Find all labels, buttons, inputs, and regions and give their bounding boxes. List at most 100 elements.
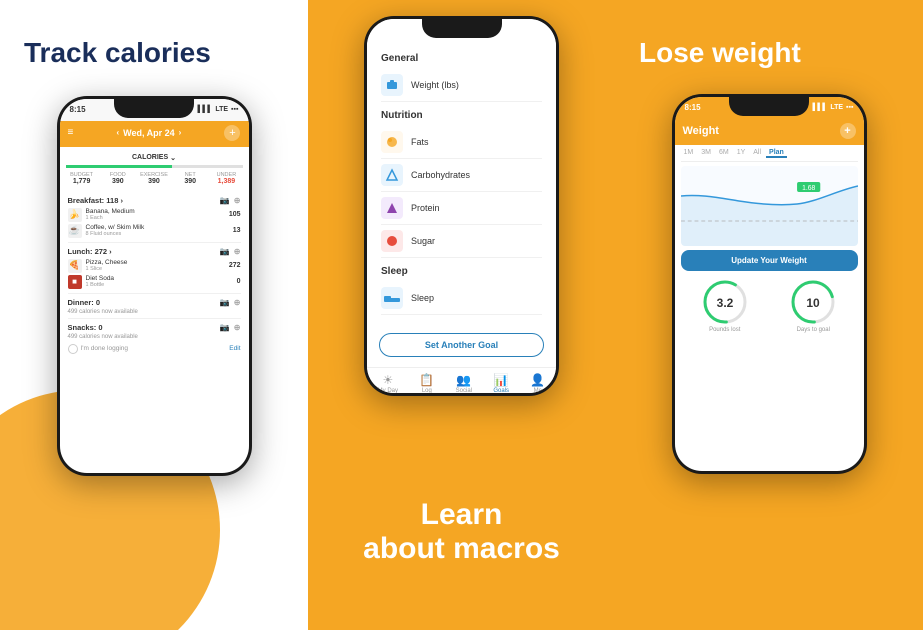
macro-item-sleep[interactable]: Sleep (381, 282, 542, 315)
panel-track-calories: Track calories 8:15 ▌▌▌ LTE ▪▪▪ ≡ (0, 0, 308, 630)
status-time-1: 8:15 (70, 105, 86, 114)
tab-6m[interactable]: 6M (716, 149, 732, 158)
nav-social[interactable]: 👥 Social (456, 373, 472, 393)
sleep-label: Sleep (411, 293, 434, 303)
stat-pounds-lost: 3.2 Pounds lost (702, 279, 748, 333)
battery-icon-3: ▪▪▪ (846, 104, 853, 111)
protein-icon (381, 197, 403, 219)
macro-exercise: EXERCISE 390 (136, 172, 172, 185)
signal-icon-3: ▌▌▌ (812, 104, 827, 111)
nav-myday[interactable]: ☀ My Day (378, 373, 398, 393)
phone1-header: ≡ ‹ Wed, Apr 24 › + (60, 121, 249, 147)
nav-log[interactable]: 📋 Log (419, 373, 434, 393)
pounds-lost-ring: 3.2 (702, 279, 748, 325)
coffee-cal: 13 (233, 227, 241, 234)
status-right-3: ▌▌▌ LTE ▪▪▪ (812, 104, 853, 111)
breakfast-header: Breakfast: 118 › 📷 ⊕ (68, 196, 241, 205)
progress-fill (66, 165, 172, 168)
divider-1 (68, 242, 241, 243)
lunch-label: Lunch: 272 › (68, 247, 112, 256)
panel-macros: General Weight (lbs) Nutrition Fats (308, 0, 615, 630)
add-button[interactable]: + (224, 125, 240, 141)
set-goal-button[interactable]: Set Another Goal (379, 333, 544, 357)
panel2-title-line2: about macros (363, 532, 560, 566)
soda-serving: 1 Bottle (86, 282, 115, 288)
soda-icon: ■ (68, 275, 82, 289)
done-bar: I'm done logging Edit (68, 340, 241, 356)
macro-item-weight[interactable]: Weight (lbs) (381, 69, 542, 102)
divider-3 (68, 318, 241, 319)
coffee-serving: 8 Fluid ounces (86, 231, 145, 237)
add-dinner-icon[interactable]: ⊕ (234, 298, 241, 307)
svg-text:10: 10 (807, 296, 821, 310)
weight-stats: 3.2 Pounds lost 10 (681, 275, 858, 337)
phone3-wrapper: 8:15 ▌▌▌ LTE ▪▪▪ Weight + (672, 90, 867, 630)
camera-icon-2[interactable]: 📷 (220, 247, 230, 256)
phone1-nav: ≡ ‹ Wed, Apr 24 › + (68, 125, 241, 141)
social-label: Social (456, 388, 472, 393)
calories-label-bar: CALORIES ⌄ (60, 151, 249, 165)
breakfast-icons: 📷 ⊕ (220, 196, 241, 205)
sugar-label: Sugar (411, 236, 435, 246)
phone1-screen: 8:15 ▌▌▌ LTE ▪▪▪ ≡ ‹ Wed, Apr 24 › (60, 99, 249, 473)
banana-serving: 1 Each (86, 215, 135, 221)
log-label: Log (422, 388, 432, 393)
tab-all[interactable]: All (750, 149, 764, 158)
me-icon: 👤 (530, 373, 545, 387)
snacks-icons: 📷 ⊕ (220, 323, 241, 332)
macro-item-sugar[interactable]: Sugar (381, 225, 542, 258)
add-lunch-icon[interactable]: ⊕ (234, 247, 241, 256)
phone1-nav-center: ‹ Wed, Apr 24 › (116, 128, 181, 138)
banana-icon: 🍌 (68, 208, 82, 222)
macro-item-protein[interactable]: Protein (381, 192, 542, 225)
phone-mockup-3: 8:15 ▌▌▌ LTE ▪▪▪ Weight + (672, 94, 867, 474)
fats-icon (381, 131, 403, 153)
weight-chart: 1.68 (681, 166, 858, 246)
pizza-serving: 1 Slice (86, 266, 128, 272)
phone1-content: Breakfast: 118 › 📷 ⊕ 🍌 Banana, Medium 1 … (60, 188, 249, 360)
tab-3m[interactable]: 3M (698, 149, 714, 158)
soda-name: Diet Soda (86, 275, 115, 282)
edit-button[interactable]: Edit (229, 345, 240, 352)
log-icon: 📋 (419, 373, 434, 387)
social-icon: 👥 (456, 373, 471, 387)
add-snacks-icon[interactable]: ⊕ (234, 323, 241, 332)
svg-text:1.68: 1.68 (802, 185, 815, 192)
myday-label: My Day (378, 388, 398, 393)
tab-1y[interactable]: 1Y (734, 149, 749, 158)
coffee-icon: ☕ (68, 224, 82, 238)
me-label: Me (534, 388, 542, 393)
weight-icon (381, 74, 403, 96)
nav-goals[interactable]: 📊 Goals (493, 373, 509, 393)
status-time-3: 8:15 (685, 103, 701, 112)
myday-icon: ☀ (382, 373, 393, 387)
camera-icon[interactable]: 📷 (220, 196, 230, 205)
days-goal-ring: 10 (790, 279, 836, 325)
add-meal-icon[interactable]: ⊕ (234, 196, 241, 205)
chevron-left-icon[interactable]: ‹ (116, 128, 119, 137)
update-weight-button[interactable]: Update Your Weight (681, 250, 858, 271)
macro-item-carbs[interactable]: Carbohydrates (381, 159, 542, 192)
macro-net: NET 390 (172, 172, 208, 185)
macro-budget: BUDGET 1,779 (64, 172, 100, 185)
phone2-status-bar (367, 19, 556, 41)
tab-plan[interactable]: Plan (766, 149, 787, 158)
tab-1m[interactable]: 1M (681, 149, 697, 158)
camera-icon-3[interactable]: 📷 (220, 298, 230, 307)
done-logging-button[interactable]: I'm done logging (68, 344, 129, 354)
phone2-content: General Weight (lbs) Nutrition Fats (367, 41, 556, 323)
nav-icon-left: ≡ (68, 127, 74, 138)
phone1-wrapper: 8:15 ▌▌▌ LTE ▪▪▪ ≡ ‹ Wed, Apr 24 › (57, 92, 252, 630)
nav-date: Wed, Apr 24 (123, 128, 175, 138)
sleep-icon (381, 287, 403, 309)
weight-label: Weight (lbs) (411, 80, 459, 90)
food-item-soda: ■ Diet Soda 1 Bottle 0 (68, 274, 241, 290)
camera-icon-4[interactable]: 📷 (220, 323, 230, 332)
chevron-right-icon[interactable]: › (179, 128, 182, 137)
protein-label: Protein (411, 203, 440, 213)
panel2-title: Learn about macros (363, 488, 560, 602)
macro-item-fats[interactable]: Fats (381, 126, 542, 159)
add-weight-button[interactable]: + (840, 123, 856, 139)
goals-label: Goals (493, 388, 509, 393)
nav-me[interactable]: 👤 Me (530, 373, 545, 393)
